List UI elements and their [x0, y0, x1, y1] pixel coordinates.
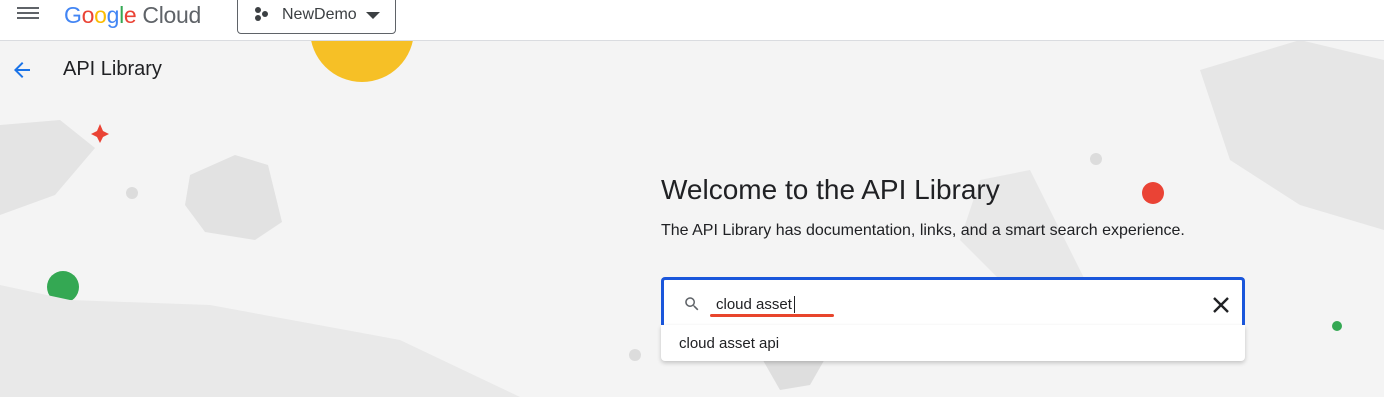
rock-shape-decoration	[1200, 40, 1384, 230]
back-arrow-icon[interactable]	[10, 58, 34, 82]
small-green-dot-decoration	[1332, 321, 1342, 331]
dropdown-arrow-icon	[366, 12, 380, 19]
suggestion-item[interactable]: cloud asset api	[679, 335, 779, 352]
page-title: API Library	[63, 58, 162, 80]
logo-letter: e	[123, 2, 137, 28]
rock-shape-decoration	[0, 285, 520, 397]
top-app-bar: Google Cloud NewDemo	[0, 0, 1384, 41]
text-cursor	[794, 296, 795, 313]
main-menu-button[interactable]	[14, 4, 44, 26]
project-picker-button[interactable]: NewDemo	[237, 0, 396, 34]
project-name: NewDemo	[282, 6, 357, 23]
project-hierarchy-icon	[255, 7, 268, 21]
menu-icon-line	[17, 7, 39, 9]
rock-shape-decoration	[0, 120, 95, 215]
rock-shape-decoration	[185, 155, 282, 240]
red-dot-decoration	[1142, 182, 1164, 204]
logo-letter: G	[64, 2, 82, 28]
search-icon	[685, 297, 699, 311]
google-cloud-logo[interactable]: Google Cloud	[64, 2, 201, 29]
clear-search-icon[interactable]	[1212, 296, 1230, 314]
grey-dot-decoration	[1090, 153, 1102, 165]
welcome-heading: Welcome to the API Library	[661, 174, 1000, 205]
spellcheck-underline	[710, 314, 834, 317]
search-suggestions-dropdown: cloud asset api	[661, 325, 1245, 361]
logo-letter: g	[106, 2, 120, 28]
menu-icon-line	[17, 17, 39, 19]
api-search-box[interactable]	[661, 277, 1245, 325]
grey-dot-decoration	[629, 349, 641, 361]
grey-dot-decoration	[126, 187, 138, 199]
menu-icon-line	[17, 12, 39, 14]
logo-letter: o	[94, 2, 107, 28]
logo-cloud-text: Cloud	[142, 2, 202, 28]
search-input[interactable]	[716, 293, 1176, 315]
welcome-subtitle: The API Library has documentation, links…	[661, 222, 1185, 239]
red-star-decoration	[91, 124, 109, 143]
logo-letter: o	[81, 2, 95, 28]
